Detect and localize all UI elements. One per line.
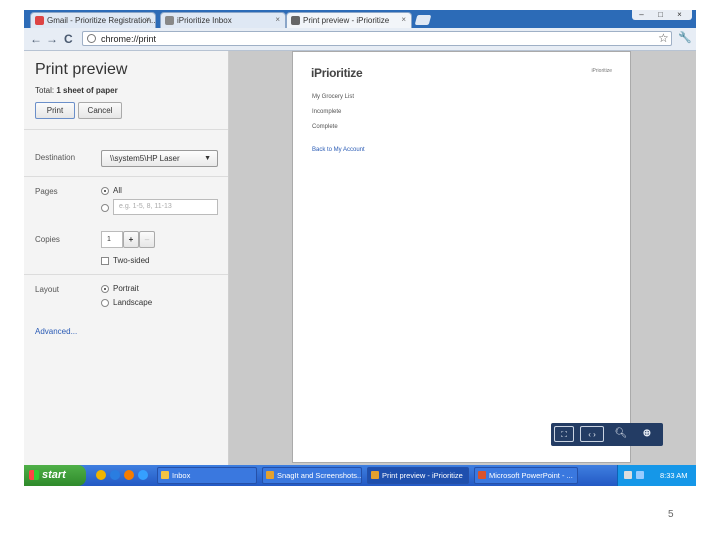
landscape-label: Landscape <box>113 298 153 307</box>
bookmark-star-icon[interactable]: ☆ <box>658 31 669 45</box>
taskbar-item-powerpoint[interactable]: Microsoft PowerPoint - ... <box>474 467 578 484</box>
two-sided-checkbox[interactable] <box>101 257 109 265</box>
network-icon[interactable] <box>636 471 644 479</box>
zoom-toolbar: ⛶ ‹ › 🔍︎ ⊕ <box>551 423 663 446</box>
print-icon <box>291 16 300 25</box>
destination-select[interactable]: \\system5\HP Laser ▼ <box>101 150 218 167</box>
pages-range-input[interactable]: e.g. 1-5, 8, 11-13 <box>113 199 218 215</box>
task-label: Microsoft PowerPoint - ... <box>489 471 573 480</box>
summary-count: 1 sheet of paper <box>56 86 118 95</box>
page-title: Print preview <box>35 61 128 78</box>
start-label: start <box>42 469 66 481</box>
copies-increment-button[interactable]: + <box>123 231 139 248</box>
copies-input[interactable]: 1 <box>101 231 123 248</box>
tab-print-preview[interactable]: Print preview - iPrioritize × <box>286 12 412 28</box>
reload-icon[interactable]: C <box>64 32 73 46</box>
zoom-in-icon[interactable]: ⊕ <box>637 426 657 442</box>
browser-tab-strip: Gmail - Prioritize Registration... × iPr… <box>24 10 696 28</box>
chrome-icon <box>371 471 379 479</box>
chrome-icon <box>266 471 274 479</box>
globe-icon <box>87 34 96 43</box>
tab-label: iPrioritize Inbox <box>177 16 232 25</box>
taskbar-item-inbox[interactable]: Inbox <box>157 467 257 484</box>
powerpoint-icon <box>478 471 486 479</box>
copies-label: Copies <box>35 235 60 244</box>
iprioritize-icon <box>165 16 174 25</box>
taskbar-item-print-preview[interactable]: Print preview - iPrioritize <box>367 467 469 484</box>
windows-taskbar: start Inbox SnagIt and Screenshots... Pr… <box>24 465 696 486</box>
clock: 8:33 AM <box>660 471 688 480</box>
gmail-icon <box>35 16 44 25</box>
print-preview-page: iPrioritize iPrioritize My Grocery List … <box>292 51 631 463</box>
portrait-label: Portrait <box>113 284 139 293</box>
volume-icon[interactable] <box>624 471 632 479</box>
system-tray: 8:33 AM <box>617 465 696 486</box>
quick-launch-ie-icon[interactable] <box>110 470 120 480</box>
minimize-button[interactable]: – <box>632 10 651 19</box>
desktop-screenshot: Gmail - Prioritize Registration... × iPr… <box>24 10 696 486</box>
windows-logo-icon <box>29 470 39 480</box>
window-controls: – □ × <box>632 10 692 20</box>
list-item: Incomplete <box>312 109 342 115</box>
taskbar-item-snagit[interactable]: SnagIt and Screenshots... <box>262 467 362 484</box>
browser-toolbar: ← → C chrome://print ☆ 🔧 <box>24 28 696 51</box>
wrench-icon[interactable]: 🔧 <box>678 31 692 44</box>
task-label: SnagIt and Screenshots... <box>277 471 362 480</box>
chevron-down-icon: ▼ <box>204 155 211 162</box>
address-text: chrome://print <box>101 34 157 44</box>
tab-label: Print preview - iPrioritize <box>303 16 390 25</box>
folder-icon <box>161 471 169 479</box>
close-icon[interactable]: × <box>401 15 406 24</box>
tab-gmail[interactable]: Gmail - Prioritize Registration... × <box>30 12 156 28</box>
zoom-out-icon[interactable]: 🔍︎ <box>611 426 631 442</box>
task-label: Inbox <box>172 471 191 480</box>
address-bar[interactable]: chrome://print <box>82 31 672 46</box>
two-sided-label: Two-sided <box>113 256 150 265</box>
cancel-button[interactable]: Cancel <box>78 102 122 119</box>
pages-range-radio[interactable] <box>101 204 109 212</box>
back-to-account-link: Back to My Account <box>312 147 365 153</box>
start-button[interactable]: start <box>24 465 86 486</box>
close-window-button[interactable]: × <box>670 10 689 19</box>
destination-label: Destination <box>35 153 76 162</box>
layout-label: Layout <box>35 285 60 294</box>
iprioritize-logo: iPrioritize <box>311 66 363 80</box>
tab-label: Gmail - Prioritize Registration... <box>47 16 156 25</box>
page-header-text: iPrioritize <box>591 68 612 74</box>
tab-iprioritize-inbox[interactable]: iPrioritize Inbox × <box>160 12 286 28</box>
destination-value: \\system5\HP Laser <box>110 154 180 163</box>
pages-all-label: All <box>113 186 122 195</box>
summary-prefix: Total: <box>35 86 57 95</box>
list-item: Complete <box>312 124 338 130</box>
quick-launch-firefox-icon[interactable] <box>124 470 134 480</box>
close-icon[interactable]: × <box>275 15 280 24</box>
sheet-summary: Total: 1 sheet of paper <box>35 86 118 95</box>
divider <box>24 176 228 177</box>
divider <box>24 274 228 275</box>
portrait-radio[interactable] <box>101 285 109 293</box>
back-arrow-icon[interactable]: ← <box>30 32 42 46</box>
list-item: My Grocery List <box>312 94 355 100</box>
slide-number: 5 <box>668 509 674 520</box>
copies-decrement-button[interactable]: – <box>139 231 155 248</box>
fit-width-icon[interactable]: ‹ › <box>580 426 604 442</box>
pages-label: Pages <box>35 187 58 196</box>
forward-arrow-icon[interactable]: → <box>46 32 58 46</box>
pages-all-radio[interactable] <box>101 187 109 195</box>
quick-launch-desktop-icon[interactable] <box>138 470 148 480</box>
task-label: Print preview - iPrioritize <box>382 471 463 480</box>
advanced-link[interactable]: Advanced... <box>35 327 77 336</box>
fit-page-icon[interactable]: ⛶ <box>554 426 574 442</box>
print-button[interactable]: Print <box>35 102 75 119</box>
divider <box>24 129 228 130</box>
maximize-button[interactable]: □ <box>651 10 670 19</box>
close-icon[interactable]: × <box>145 15 150 24</box>
landscape-radio[interactable] <box>101 299 109 307</box>
new-tab-button[interactable] <box>414 15 432 25</box>
print-settings-panel: Print preview Total: 1 sheet of paper Pr… <box>24 51 229 465</box>
quick-launch-chrome-icon[interactable] <box>96 470 106 480</box>
